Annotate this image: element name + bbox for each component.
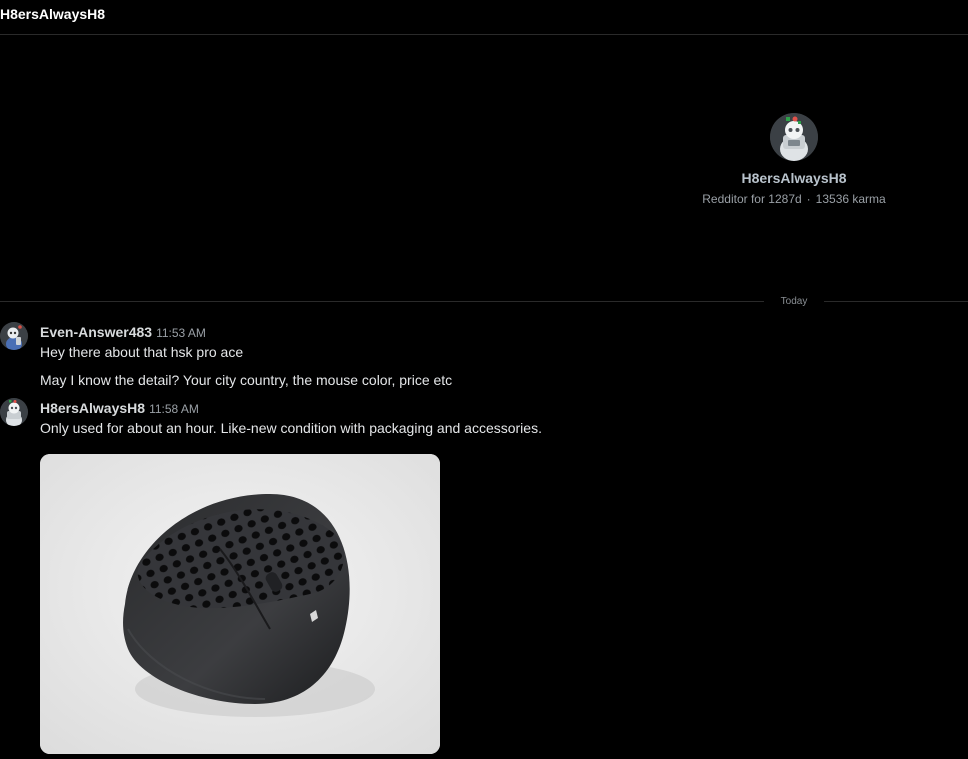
message-timestamp: 11:58 AM	[149, 402, 199, 416]
message-timestamp: 11:53 AM	[156, 326, 206, 340]
divider-line	[824, 301, 968, 302]
message-author[interactable]: H8ersAlwaysH8	[40, 400, 145, 416]
chat-header: H8ersAlwaysH8	[0, 0, 968, 35]
profile-card: H8ersAlwaysH8 Redditor for 1287d · 13536 k…	[694, 113, 894, 206]
profile-meta: Redditor for 1287d · 13536 karma	[694, 192, 894, 206]
message-image[interactable]	[40, 454, 440, 754]
message-header: H8ersAlwaysH8 11:58 AM	[40, 400, 199, 417]
gaming-mouse-photo	[40, 454, 440, 754]
message-avatar[interactable]	[0, 398, 28, 426]
message-header: Even-Answer483 11:53 AM	[40, 324, 206, 341]
profile-username[interactable]: H8ersAlwaysH8	[694, 170, 894, 186]
message-text: Only used for about an hour. Like-new co…	[40, 420, 542, 436]
profile-avatar[interactable]	[770, 113, 818, 161]
account-age: Redditor for 1287d	[702, 192, 802, 206]
snoo-avatar-icon	[0, 322, 28, 350]
message-text: Hey there about that hsk pro ace	[40, 344, 244, 360]
karma-count: 13536 karma	[815, 192, 886, 206]
date-divider: Today	[0, 295, 968, 309]
snoo-avatar-icon	[0, 398, 28, 426]
date-label: Today	[780, 296, 808, 307]
message-text: May I know the detail? Your city country…	[40, 372, 453, 388]
chat-title[interactable]: H8ersAlwaysH8	[0, 6, 105, 22]
meta-separator: ·	[806, 192, 811, 206]
divider-line	[0, 301, 764, 302]
message-avatar[interactable]	[0, 322, 28, 350]
message-author[interactable]: Even-Answer483	[40, 324, 152, 340]
snoo-avatar-icon	[770, 113, 818, 161]
